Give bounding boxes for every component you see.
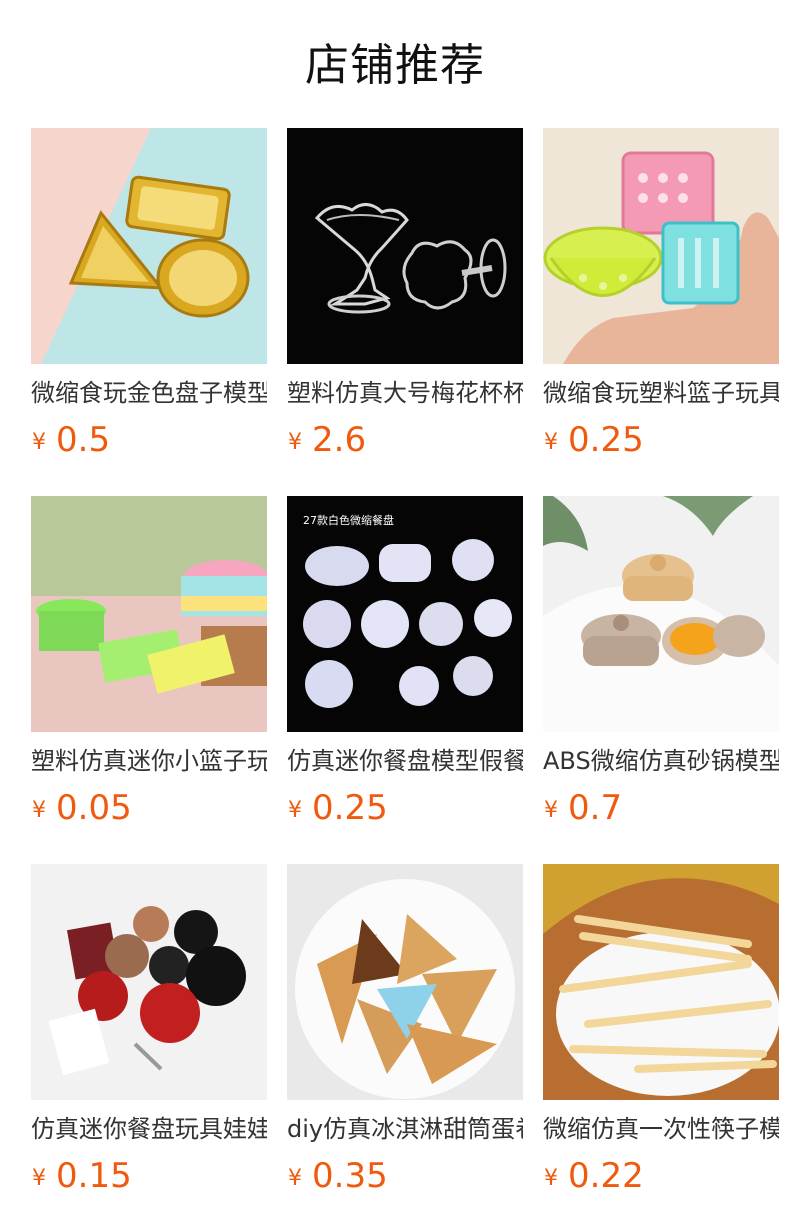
currency-symbol: ¥ [544,430,558,455]
section-title: 店铺推荐 [305,40,485,91]
product-card[interactable]: 仿真迷你餐盘玩具娃娃 ¥0.15 [31,864,267,1232]
product-name[interactable]: diy仿真冰淇淋甜筒蛋卷 [287,1112,523,1146]
price-value: 0.22 [568,1156,644,1196]
price-value: 2.6 [312,420,367,460]
product-card[interactable]: 微缩仿真一次性筷子模 ¥0.22 [543,864,779,1232]
product-name[interactable]: 塑料仿真大号梅花杯杯 [287,376,523,410]
product-grid: 微缩食玩金色盘子模型 ¥0.5 塑料仿真大号梅花杯杯 ¥2.6 微缩食玩塑料篮子… [31,128,790,1232]
product-image[interactable] [543,864,779,1100]
product-card[interactable]: 微缩食玩塑料篮子玩具 ¥0.25 [543,128,779,496]
product-card[interactable]: 27款白色微缩餐盘 仿真迷你餐盘模型假餐 ¥0.25 [287,496,523,864]
product-image[interactable]: 27款白色微缩餐盘 [287,496,523,732]
product-card[interactable]: ABS微缩仿真砂锅模型 ¥0.7 [543,496,779,864]
product-image[interactable] [31,864,267,1100]
product-price: ¥0.22 [543,1154,779,1198]
currency-symbol: ¥ [32,1166,46,1191]
product-image[interactable] [543,128,779,364]
price-value: 0.35 [312,1156,388,1196]
product-image[interactable] [287,128,523,364]
shop-recommendation-page: 店铺推荐 微缩食玩金色盘子模型 ¥0.5 塑料仿真大号梅花杯杯 ¥ 2.6 微缩… [0,0,790,1232]
product-card[interactable]: 塑料仿真迷你小篮子玩 ¥0.05 [31,496,267,864]
clay-pots-image [543,496,779,732]
product-price: ¥2.6 [287,418,523,462]
product-image[interactable] [31,496,267,732]
product-name[interactable]: ABS微缩仿真砂锅模型 [543,744,779,778]
product-name[interactable]: 微缩食玩金色盘子模型 [31,376,267,410]
mini-baskets-image [31,496,267,732]
price-value: 0.15 [56,1156,132,1196]
product-card[interactable]: diy仿真冰淇淋甜筒蛋卷 ¥0.35 [287,864,523,1232]
product-image[interactable] [31,128,267,364]
price-value: 0.7 [568,788,623,828]
product-name[interactable]: 仿真迷你餐盘玩具娃娃 [31,1112,267,1146]
product-price: ¥0.35 [287,1154,523,1198]
currency-symbol: ¥ [288,430,302,455]
price-value: 0.25 [568,420,644,460]
product-name[interactable]: 微缩仿真一次性筷子模 [543,1112,779,1146]
image-label: 27款白色微缩餐盘 [303,513,394,527]
plastic-cup-image [287,128,523,364]
product-name[interactable]: 微缩食玩塑料篮子玩具 [543,376,779,410]
product-card[interactable]: 微缩食玩金色盘子模型 ¥0.5 [31,128,267,496]
currency-symbol: ¥ [32,798,46,823]
ice-cream-cones-image [287,864,523,1100]
product-image[interactable] [543,496,779,732]
currency-symbol: ¥ [288,798,302,823]
product-price: ¥0.25 [287,786,523,830]
currency-symbol: ¥ [544,1166,558,1191]
currency-symbol: ¥ [544,798,558,823]
product-price: ¥0.7 [543,786,779,830]
product-price: ¥0.5 [31,418,267,462]
plastic-baskets-image [543,128,779,364]
product-price: ¥0.05 [31,786,267,830]
product-name[interactable]: 仿真迷你餐盘模型假餐 [287,744,523,778]
price-value: 0.05 [56,788,132,828]
price-value: 0.25 [312,788,388,828]
price-value: 0.5 [56,420,111,460]
gold-plates-image [31,128,267,364]
mini-tableware-image [31,864,267,1100]
product-price: ¥0.25 [543,418,779,462]
product-name[interactable]: 塑料仿真迷你小篮子玩 [31,744,267,778]
currency-symbol: ¥ [32,430,46,455]
mini-plates-image: 27款白色微缩餐盘 [287,496,523,732]
product-price: ¥0.15 [31,1154,267,1198]
product-image[interactable] [287,864,523,1100]
product-card[interactable]: 塑料仿真大号梅花杯杯 ¥2.6 [287,128,523,496]
chopsticks-image [543,864,779,1100]
currency-symbol: ¥ [288,1166,302,1191]
